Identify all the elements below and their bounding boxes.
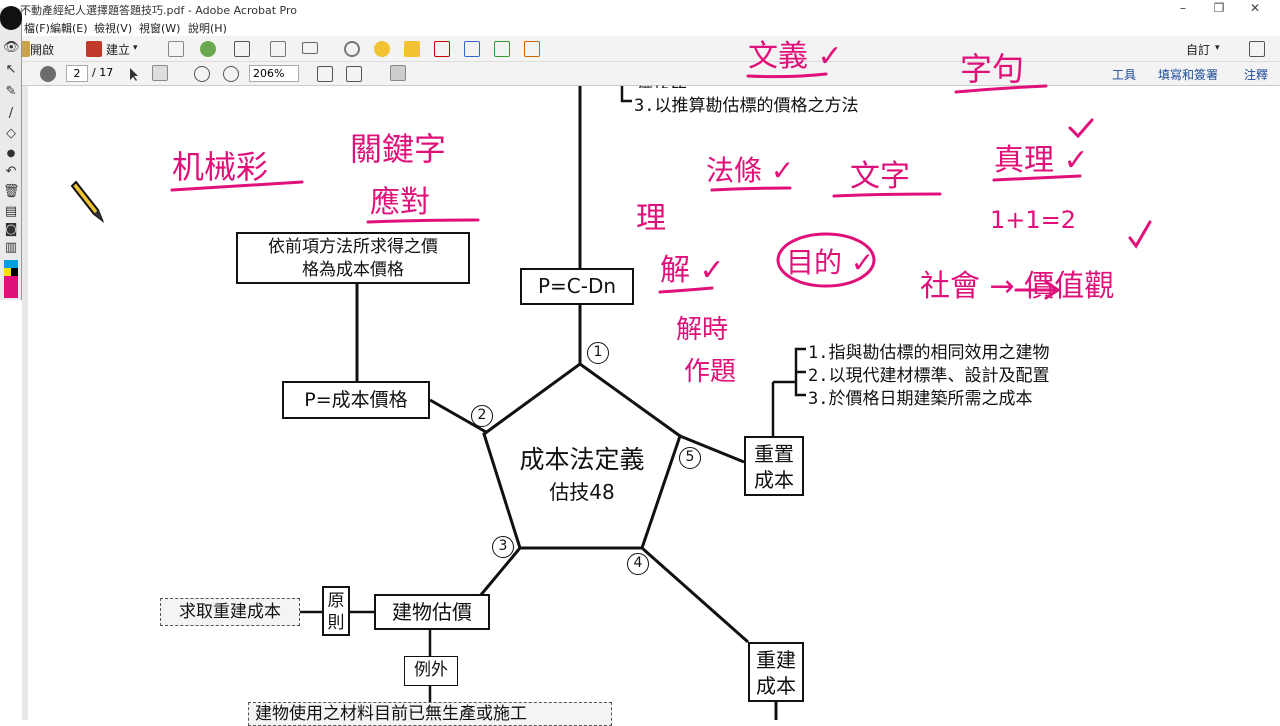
hw-one-plus-one: 1+1=2: [990, 206, 1076, 234]
hw-mu-di: 目的 ✓: [786, 246, 874, 279]
handwriting-layer: 文義 ✓ 字句 机械彩 關鍵字 應對 法條 ✓ 文字 真理 ✓ 理 解 ✓ 目的…: [170, 39, 1152, 387]
hw-ji-xie: 机械彩: [172, 148, 268, 186]
hw-wen-yi: 文義 ✓: [748, 39, 843, 74]
hw-wen-zi: 文字: [850, 159, 910, 194]
hw-jie: 解 ✓: [660, 253, 725, 288]
hw-ying-dui: 應對: [370, 185, 430, 220]
hw-she-hui-jia-zhi: 社會 → 價值觀: [920, 269, 1114, 304]
hw-fa-tiao: 法條 ✓: [706, 154, 794, 187]
hw-guan-jian-zi: 關鍵字: [350, 130, 446, 168]
hw-jie-shi: 解時: [676, 315, 728, 345]
hw-zi-ju: 字句: [960, 50, 1024, 88]
hw-zhen-li: 真理 ✓: [994, 143, 1089, 178]
hw-li: 理: [636, 201, 666, 236]
hw-zuo-ti: 作題: [684, 357, 736, 387]
pencil-cursor-icon: [70, 180, 105, 223]
